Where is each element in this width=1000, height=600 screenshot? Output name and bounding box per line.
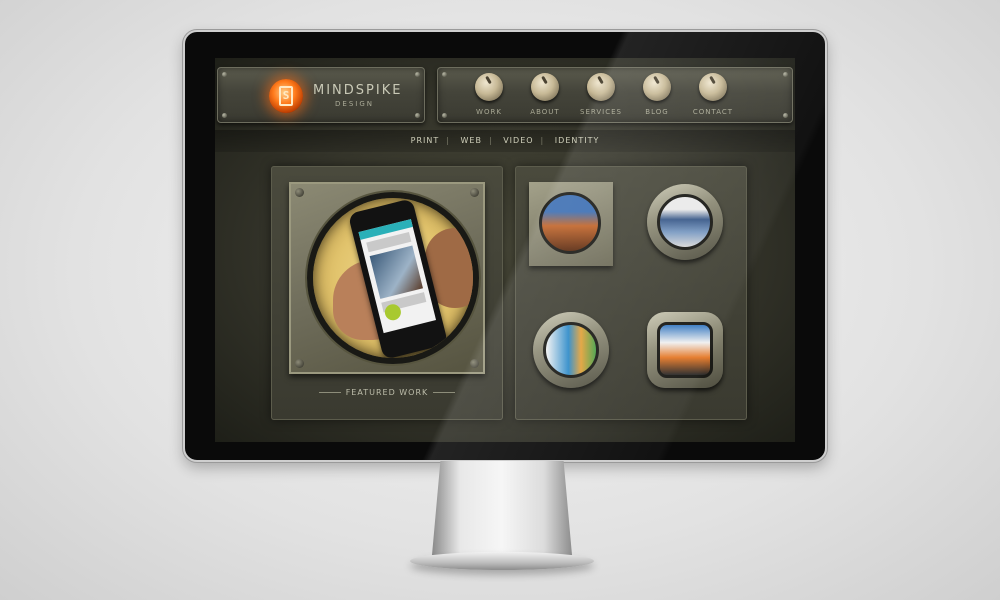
nav-item-services[interactable]: SERVICES (573, 73, 629, 116)
monitor: S MINDSPIKE DESIGN WORK ABOUT SERVICES B… (183, 30, 827, 462)
bolt-icon (470, 188, 479, 197)
nav-item-blog[interactable]: BLOG (629, 73, 685, 116)
category-nav: PRINT | WEB | VIDEO | IDENTITY (215, 130, 795, 152)
logo-plate[interactable]: S MINDSPIKE DESIGN (217, 67, 425, 123)
logo-glyph: S (279, 86, 293, 106)
main-nav: WORK ABOUT SERVICES BLOG CONTACT (437, 67, 793, 123)
knob-icon[interactable] (643, 73, 671, 101)
bolt-icon (470, 359, 479, 368)
monitor-base (410, 552, 594, 570)
rivet-icon (415, 72, 420, 77)
thumb-image (543, 322, 599, 378)
thumb-image (539, 192, 601, 254)
featured-frame[interactable] (289, 182, 485, 374)
rivet-icon (783, 72, 788, 77)
thumb-image (657, 322, 713, 378)
portfolio-thumb[interactable] (525, 304, 617, 396)
thumb-image (657, 194, 713, 250)
nav-label: WORK (476, 108, 502, 116)
porthole-frame (533, 312, 609, 388)
divider: | (540, 136, 545, 145)
logo-icon[interactable]: S (269, 79, 303, 113)
portfolio-thumb[interactable] (639, 176, 731, 268)
knob-icon[interactable] (531, 73, 559, 101)
knob-icon[interactable] (699, 73, 727, 101)
divider: | (488, 136, 493, 145)
category-identity[interactable]: IDENTITY (555, 136, 600, 145)
category-video[interactable]: VIDEO (503, 136, 533, 145)
bolt-icon (295, 188, 304, 197)
knob-icon[interactable] (587, 73, 615, 101)
nav-item-work[interactable]: WORK (461, 73, 517, 116)
category-print[interactable]: PRINT (411, 136, 440, 145)
nav-item-about[interactable]: ABOUT (517, 73, 573, 116)
portfolio-thumb[interactable] (639, 304, 731, 396)
nav-label: BLOG (645, 108, 669, 116)
brand-name: MINDSPIKE (313, 83, 403, 98)
featured-work-label: FEATURED WORK (271, 388, 503, 397)
rivet-icon (442, 72, 447, 77)
rivet-icon (222, 72, 227, 77)
nav-label: CONTACT (692, 108, 734, 116)
rivet-icon (222, 113, 227, 118)
featured-image[interactable] (307, 192, 479, 364)
brand-subtitle: DESIGN (335, 100, 374, 108)
nav-item-contact[interactable]: CONTACT (685, 73, 741, 116)
rivet-icon (783, 113, 788, 118)
bolt-icon (295, 359, 304, 368)
knob-icon[interactable] (475, 73, 503, 101)
porthole-frame (647, 312, 723, 388)
rivet-icon (415, 113, 420, 118)
rivet-icon (442, 113, 447, 118)
porthole-frame (647, 184, 723, 260)
divider: | (446, 136, 450, 145)
nav-label: SERVICES (580, 108, 622, 116)
category-web[interactable]: WEB (461, 136, 482, 145)
website-screen: S MINDSPIKE DESIGN WORK ABOUT SERVICES B… (215, 58, 795, 442)
nav-label: ABOUT (530, 108, 560, 116)
monitor-stand (432, 461, 572, 555)
featured-panel: FEATURED WORK (271, 166, 503, 420)
portfolio-thumb[interactable] (525, 178, 617, 270)
portfolio-grid (515, 166, 747, 420)
